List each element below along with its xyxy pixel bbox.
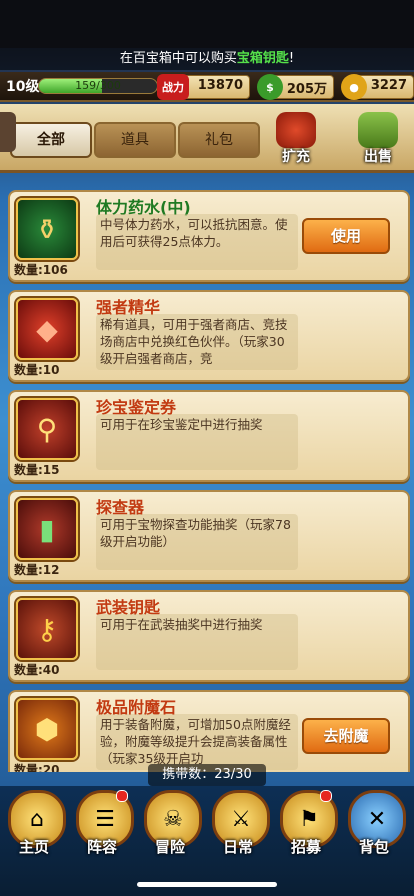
item-card: ⚲ 数量:15 珍宝鉴定券 可用于在珍宝鉴定中进行抽奖 — [8, 390, 410, 482]
top-status-area — [0, 0, 414, 48]
nav-recruit[interactable]: ⚑ 招募 — [274, 786, 338, 868]
item-quantity: 数量:12 — [14, 563, 60, 577]
item-description: 用于装备附魔，可增加50点附魔经验，附魔等级提升会提高装备属性（玩家35级开启功 — [96, 714, 298, 770]
item-quantity: 数量:10 — [14, 363, 60, 377]
nav-label: 招募 — [290, 838, 321, 856]
enchant-button[interactable]: 去附魔 — [302, 718, 390, 754]
sell-button[interactable]: 出售 — [348, 110, 408, 168]
sell-label: 出售 — [364, 149, 392, 165]
notification-dot — [320, 790, 332, 802]
nav-label: 冒险 — [154, 838, 185, 856]
bottom-nav: ⌂ 主页 ☰ 阵容 ☠ 冒险 ⚔ 日常 ⚑ 招募 ✕ 背包 — [0, 786, 414, 896]
item-card: ▮ 数量:12 探查器 可用于宝物探查功能抽奖（玩家78级开启功能） — [8, 490, 410, 582]
gold-coin-icon: ● — [341, 74, 367, 100]
expand-button[interactable]: 扩充 — [266, 110, 326, 168]
item-quantity: 数量:15 — [14, 463, 60, 477]
notice-prefix: 在百宝箱中可以购买 — [119, 51, 237, 66]
notice-highlight: 宝箱钥匙 — [236, 51, 289, 66]
side-drawer-handle[interactable] — [0, 112, 16, 152]
item-description: 中号体力药水，可以抵抗困意。使用后可获得25点体力。 — [96, 214, 298, 270]
nav-label: 日常 — [222, 838, 253, 856]
gold-display[interactable]: ● 3227 — [341, 74, 414, 100]
cash-display[interactable]: $ 205万 — [257, 74, 334, 100]
player-status-bar: 10级 159/300 战力 13870 $ 205万 ● 3227 — [0, 72, 414, 102]
expand-label: 扩充 — [282, 149, 310, 165]
item-card: ⬢ 数量:20 极品附魔石 用于装备附魔，可增加50点附魔经验，附魔等级提升会提… — [8, 690, 410, 772]
nav-home[interactable]: ⌂ 主页 — [2, 786, 66, 868]
notice-banner: 在百宝箱中可以购买宝箱钥匙! — [0, 48, 414, 70]
cash-icon: $ — [257, 74, 283, 100]
nav-lineup[interactable]: ☰ 阵容 — [70, 786, 134, 868]
item-description: 可用于在武装抽奖中进行抽奖 — [96, 614, 298, 670]
item-card: ⚷ 数量:40 武装钥匙 可用于在武装抽奖中进行抽奖 — [8, 590, 410, 682]
enchant-stone-icon: ⬢ — [16, 698, 78, 760]
tab-all[interactable]: 全部 — [10, 122, 92, 158]
item-description: 可用于宝物探查功能抽奖（玩家78级开启功能） — [96, 514, 298, 570]
item-card: ◆ 数量:10 强者精华 稀有道具，可用于强者商店、竞技场商店中兑换红色伙伴。（… — [8, 290, 410, 382]
home-indicator[interactable] — [137, 882, 277, 887]
item-description: 可用于在珍宝鉴定中进行抽奖 — [96, 414, 298, 470]
item-card: ⚱ 数量:106 体力药水(中) 中号体力药水，可以抵抗困意。使用后可获得25点… — [8, 190, 410, 282]
potion-icon: ⚱ — [16, 198, 78, 260]
player-level: 10级 — [6, 79, 40, 95]
item-description: 稀有道具，可用于强者商店、竞技场商店中兑换红色伙伴。（玩家30级开启强者商店，竞 — [96, 314, 298, 370]
item-quantity: 数量:40 — [14, 663, 60, 677]
cash-value: 205万 — [286, 82, 327, 97]
exp-bar: 159/300 — [38, 78, 158, 94]
exp-text: 159/300 — [75, 79, 121, 92]
inventory-list[interactable]: ⚱ 数量:106 体力药水(中) 中号体力药水，可以抵抗困意。使用后可获得25点… — [0, 172, 414, 772]
power-display: 战力 13870 — [157, 74, 250, 100]
nav-daily[interactable]: ⚔ 日常 — [206, 786, 270, 868]
notice-suffix: ! — [288, 51, 295, 66]
key-icon: ⚷ — [16, 598, 78, 660]
tab-packs[interactable]: 礼包 — [178, 122, 260, 158]
magnifier-icon: ⚲ — [16, 398, 78, 460]
expand-bag-icon — [276, 112, 316, 148]
gold-value: 3227 — [370, 78, 407, 93]
nav-bag[interactable]: ✕ 背包 — [342, 786, 406, 868]
tab-items[interactable]: 道具 — [94, 122, 176, 158]
use-button[interactable]: 使用 — [302, 218, 390, 254]
nav-label: 阵容 — [86, 838, 117, 856]
notification-dot — [116, 790, 128, 802]
sell-chest-icon — [358, 112, 398, 148]
crystal-icon: ◆ — [16, 298, 78, 360]
item-quantity: 数量:106 — [14, 263, 68, 277]
power-label-icon: 战力 — [157, 74, 189, 100]
power-value: 13870 — [197, 78, 243, 93]
carry-count: 携带数：23/30 — [148, 764, 266, 786]
nav-label: 主页 — [18, 838, 49, 856]
nav-adventure[interactable]: ☠ 冒险 — [138, 786, 202, 868]
nav-label: 背包 — [358, 838, 389, 856]
detector-icon: ▮ — [16, 498, 78, 560]
item-quantity: 数量:20 — [14, 763, 60, 772]
